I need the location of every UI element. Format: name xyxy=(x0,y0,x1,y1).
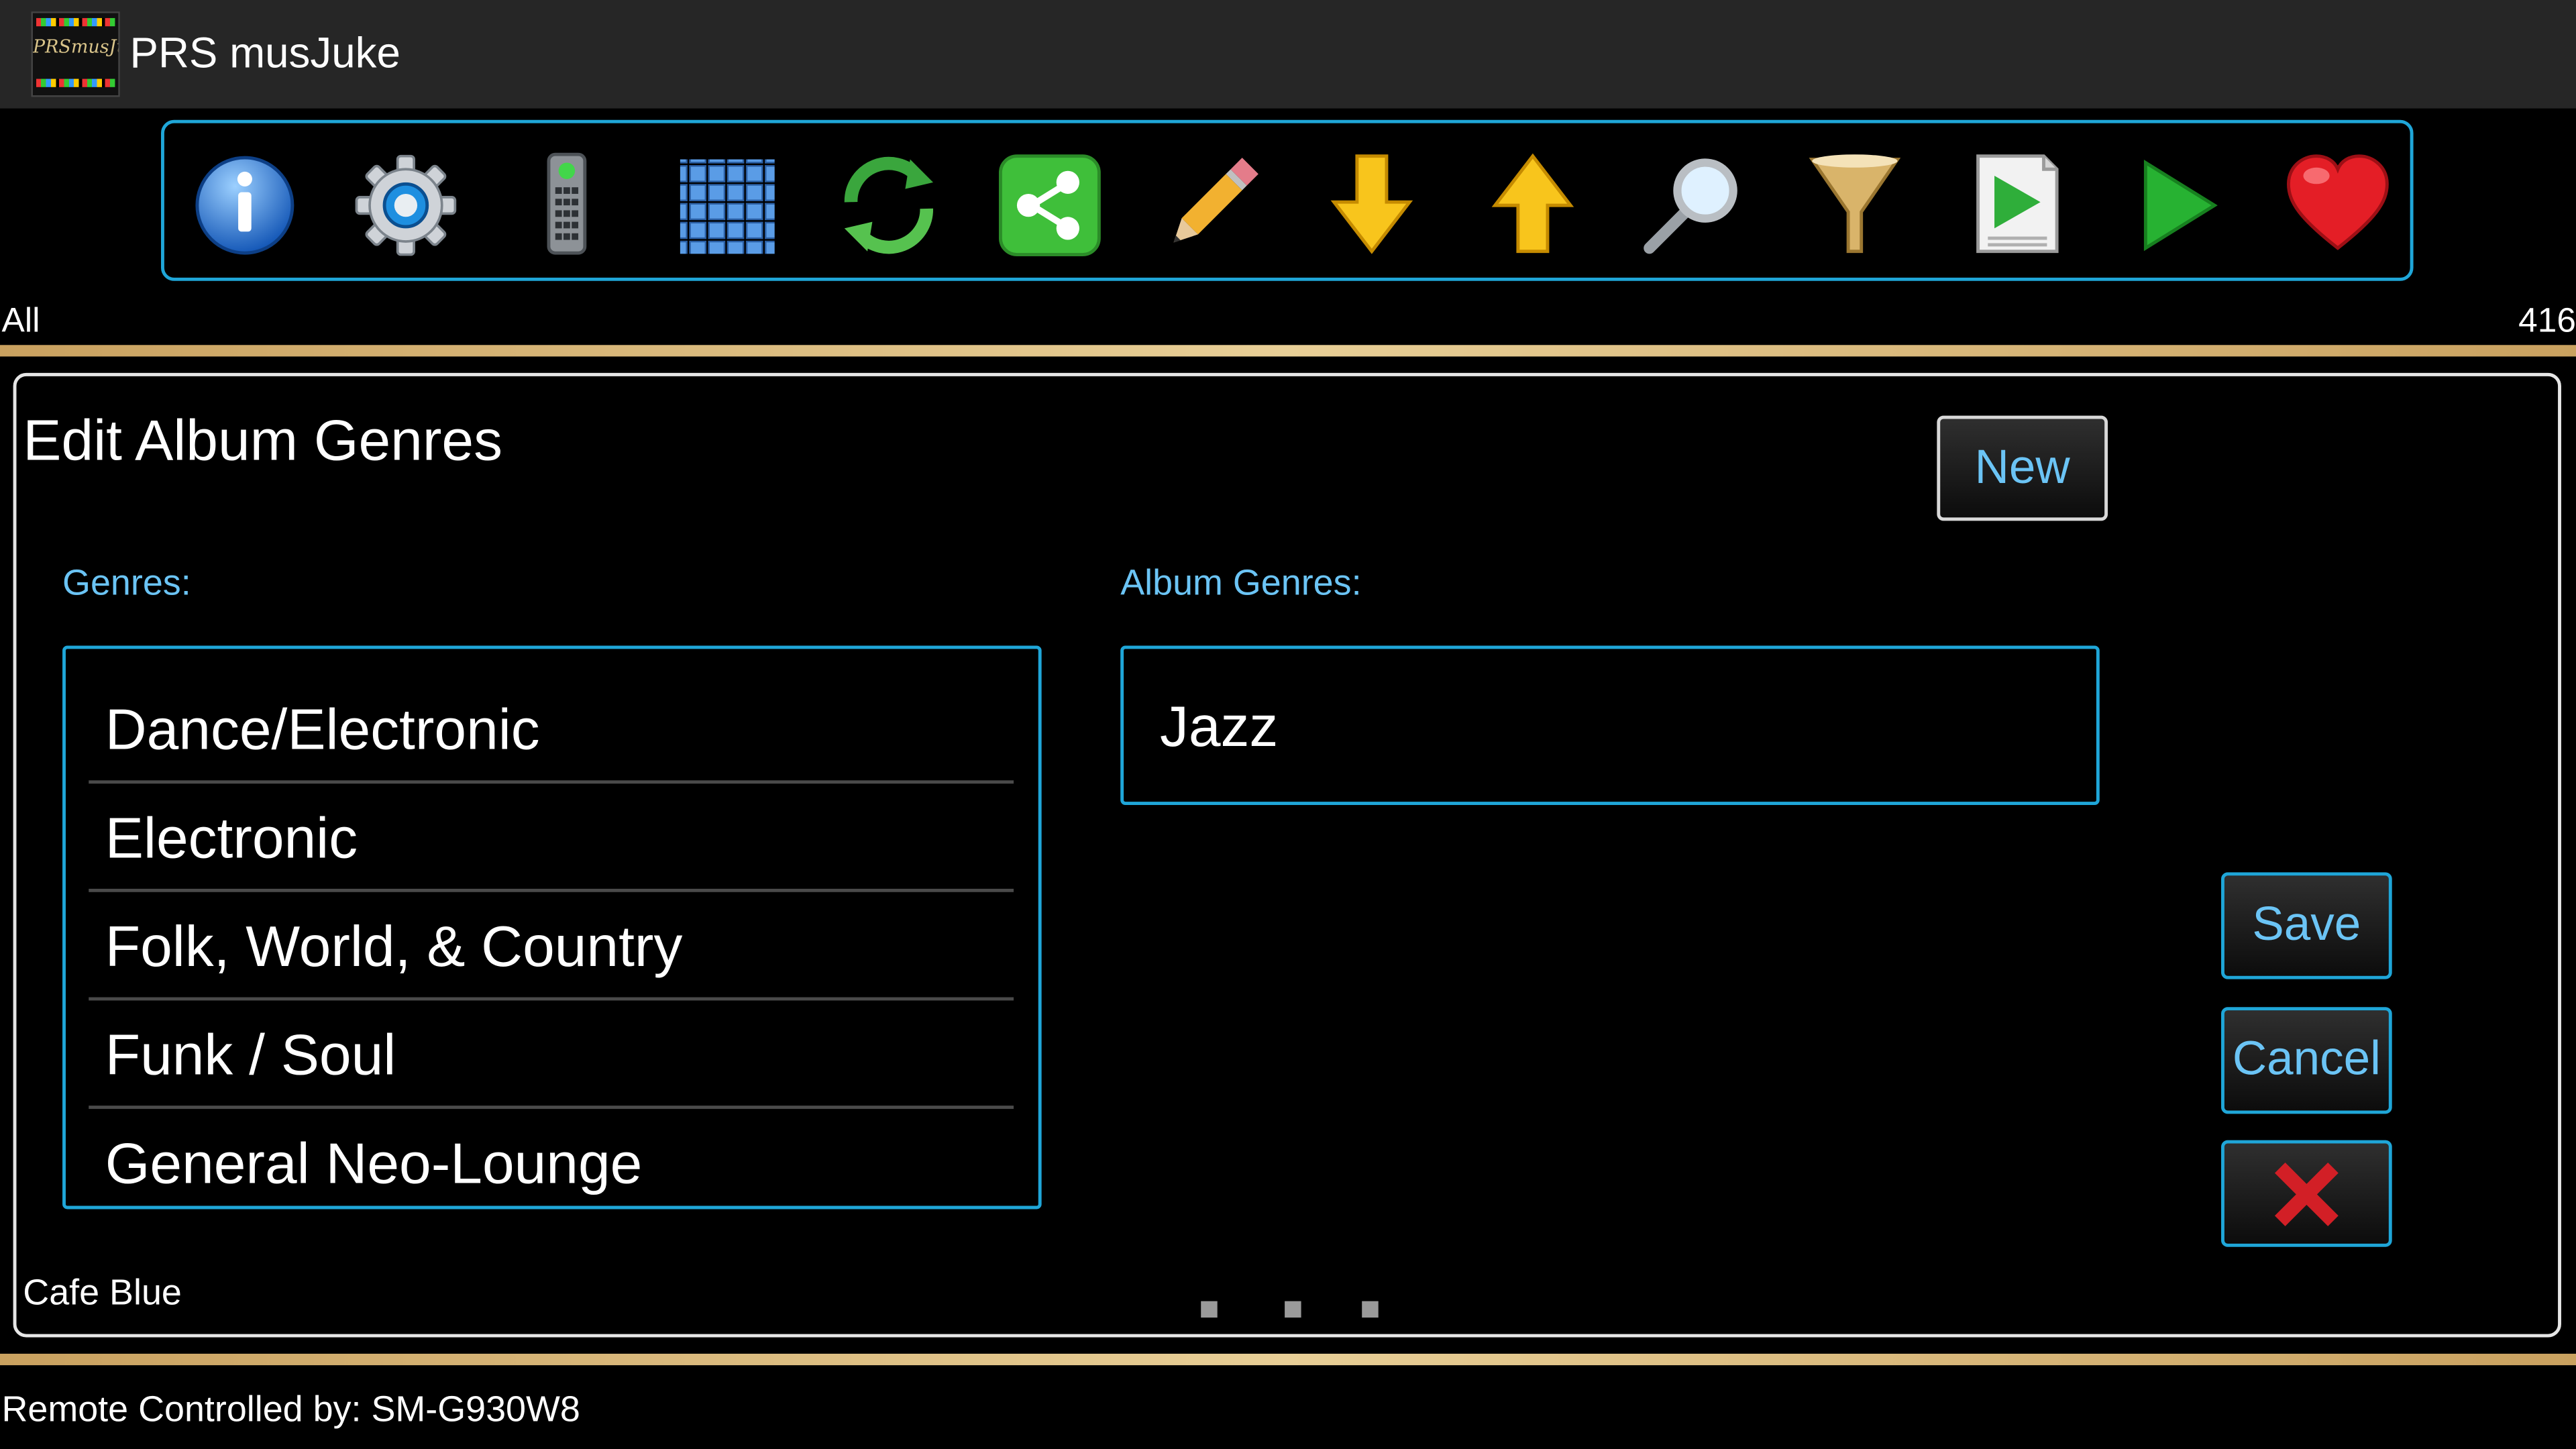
arrow-down-icon xyxy=(1330,154,1413,254)
arrow-up-icon xyxy=(1491,153,1574,254)
genres-list[interactable]: Dance/Electronic Electronic Folk, World,… xyxy=(62,645,1042,1210)
grid-view-icon xyxy=(680,159,775,254)
app-logo: PRSmusJuke xyxy=(31,11,120,97)
list-item-label: General Neo-Lounge xyxy=(105,1132,643,1196)
remote-control-icon xyxy=(547,152,587,255)
move-up-button[interactable] xyxy=(1475,146,1590,261)
item-count: 416 xyxy=(2518,302,2576,340)
title-bar: PRSmusJuke PRS musJuke xyxy=(0,0,2576,109)
play-icon xyxy=(2143,160,2218,252)
album-genre-item[interactable]: Jazz xyxy=(1160,695,1278,761)
logo-text: PRSmusJuke xyxy=(32,36,118,58)
divider-top xyxy=(0,345,2576,357)
filter-label: All xyxy=(1,302,40,340)
toolbar xyxy=(161,119,2414,281)
refresh-icon xyxy=(844,156,934,254)
remote-button[interactable] xyxy=(509,146,624,261)
list-item[interactable]: Electronic xyxy=(89,784,1014,892)
logo-dots-top xyxy=(36,17,115,27)
settings-button[interactable] xyxy=(348,146,463,261)
divider-bottom xyxy=(0,1353,2576,1366)
list-item-label: Funk / Soul xyxy=(105,1023,396,1088)
share-button[interactable] xyxy=(992,146,1107,261)
current-album-name: Cafe Blue xyxy=(23,1271,182,1313)
album-genres-list[interactable]: Jazz xyxy=(1120,645,2100,806)
info-button[interactable] xyxy=(187,146,302,261)
list-item-label: Electronic xyxy=(105,806,358,871)
move-down-button[interactable] xyxy=(1314,146,1429,261)
close-x-icon xyxy=(2274,1161,2339,1226)
new-button[interactable]: New xyxy=(1937,415,2108,521)
status-text: Remote Controlled by: SM-G930W8 xyxy=(1,1388,580,1430)
app-root: PRSmusJuke PRS musJuke xyxy=(0,0,2576,1449)
album-genres-label: Album Genres: xyxy=(1120,561,1362,603)
filter-button[interactable] xyxy=(1797,146,1912,261)
app-title: PRS musJuke xyxy=(129,28,400,78)
info-icon xyxy=(195,156,294,255)
list-item[interactable]: General Neo-Lounge xyxy=(89,1109,1014,1205)
edit-genres-dialog: Edit Album Genres New Genres: Album Genr… xyxy=(13,372,2561,1338)
grid-button[interactable] xyxy=(670,146,785,261)
favorite-button[interactable] xyxy=(2280,146,2395,261)
settings-gear-icon xyxy=(355,154,457,256)
page-indicator-dot xyxy=(1285,1301,1301,1318)
search-icon xyxy=(1644,158,1737,254)
close-button[interactable] xyxy=(2221,1140,2392,1247)
favorite-heart-icon xyxy=(2286,154,2389,250)
play-button[interactable] xyxy=(2119,146,2234,261)
refresh-button[interactable] xyxy=(831,146,946,261)
list-item[interactable]: Folk, World, & Country xyxy=(89,892,1014,1001)
page-indicator-dot xyxy=(1362,1301,1379,1318)
edit-button[interactable] xyxy=(1153,146,1268,261)
list-item-label: Dance/Electronic xyxy=(105,698,540,763)
share-icon xyxy=(998,154,1101,257)
list-item[interactable]: Dance/Electronic xyxy=(89,676,1014,784)
page-indicator-dot xyxy=(1201,1301,1218,1318)
playlist-button[interactable] xyxy=(1958,146,2073,261)
edit-pencil-icon xyxy=(1173,158,1258,243)
save-button[interactable]: Save xyxy=(2221,872,2392,979)
playlist-icon xyxy=(1976,154,2059,254)
filter-funnel-icon xyxy=(1809,154,1901,254)
list-item[interactable]: Funk / Soul xyxy=(89,1000,1014,1110)
genres-label: Genres: xyxy=(62,561,191,603)
list-item-label: Folk, World, & Country xyxy=(105,915,683,979)
logo-dots-bottom xyxy=(36,78,115,87)
search-button[interactable] xyxy=(1636,146,1751,261)
dialog-title: Edit Album Genres xyxy=(23,409,502,474)
cancel-button[interactable]: Cancel xyxy=(2221,1007,2392,1114)
